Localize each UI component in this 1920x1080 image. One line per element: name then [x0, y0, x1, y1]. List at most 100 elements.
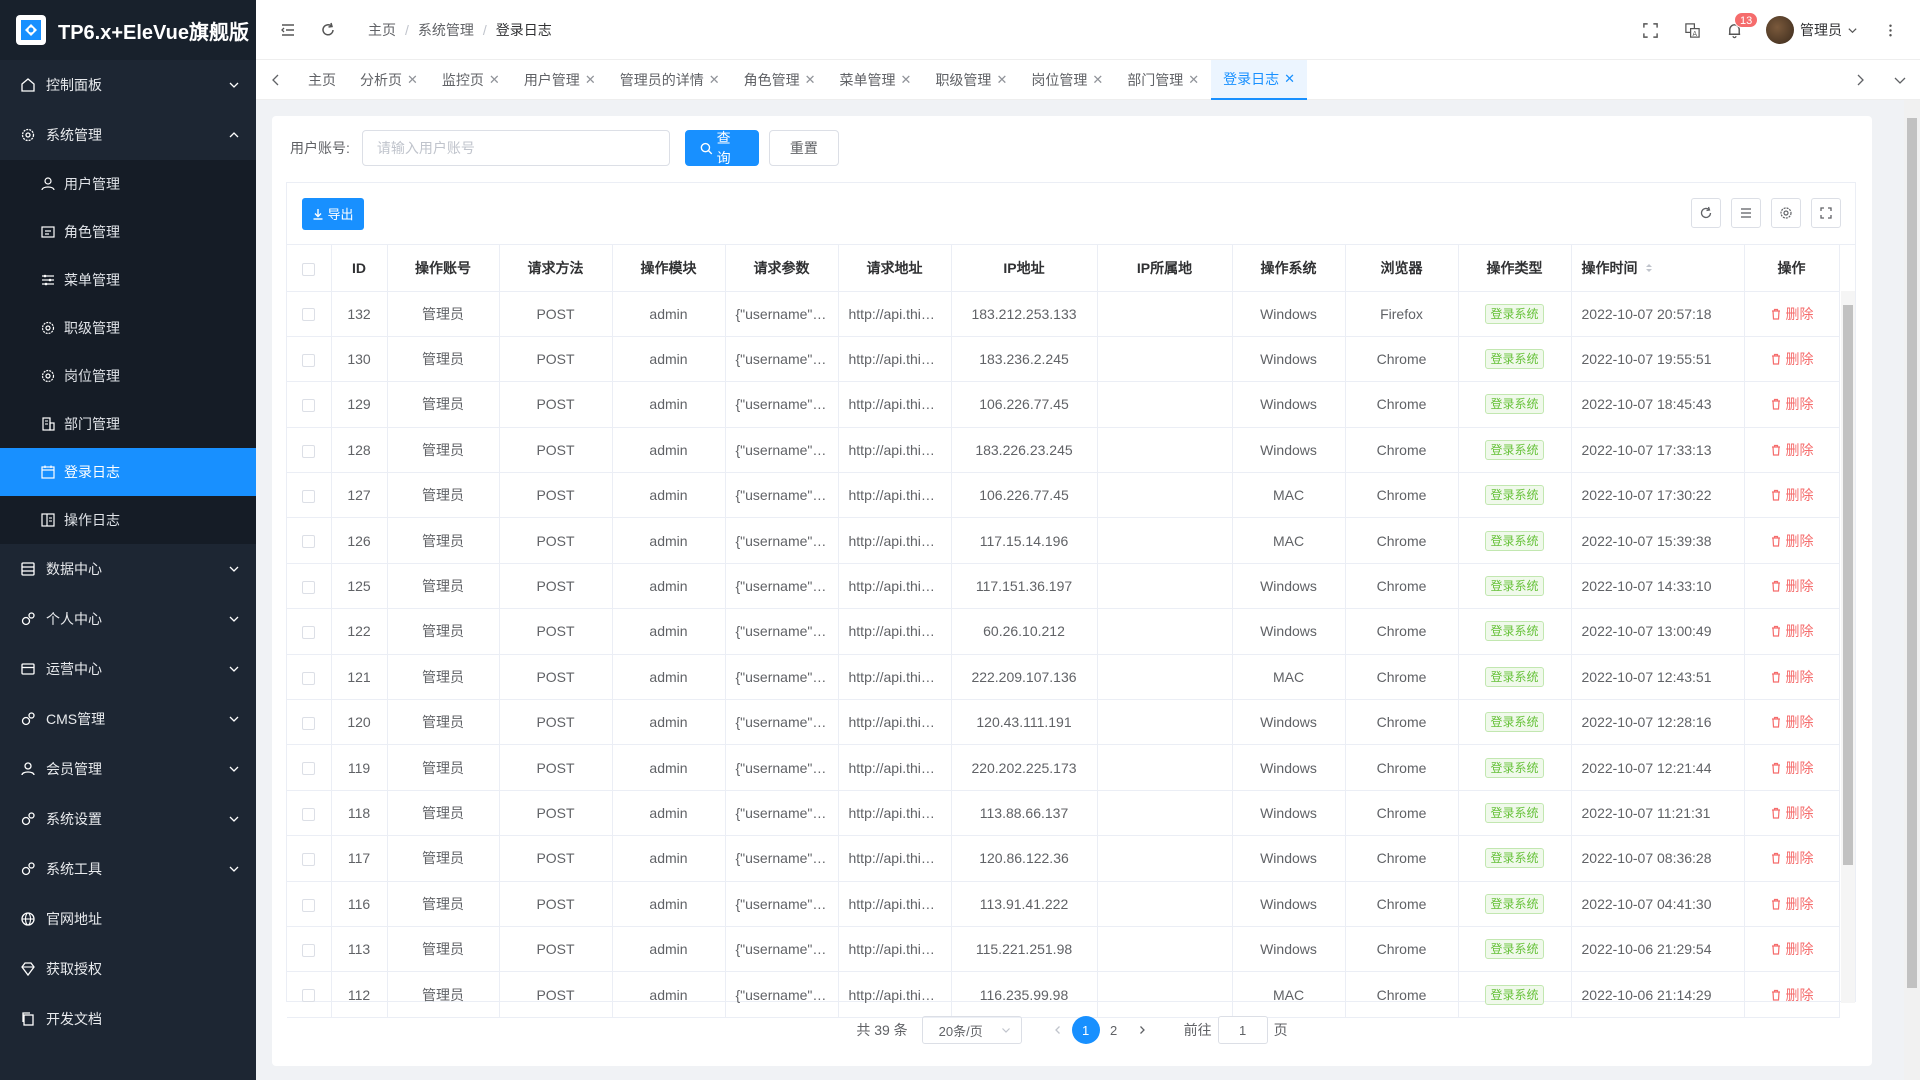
- delete-button[interactable]: 删除: [1770, 803, 1814, 823]
- sidebar-subitem-ranks[interactable]: 职级管理: [0, 304, 256, 352]
- sidebar-item-settings[interactable]: 系统设置: [0, 794, 256, 844]
- row-checkbox[interactable]: [302, 580, 316, 594]
- column-header-sortable[interactable]: 操作时间: [1571, 245, 1745, 292]
- sidebar-item-personal[interactable]: 个人中心: [0, 594, 256, 644]
- row-checkbox-cell[interactable]: [287, 472, 332, 519]
- sidebar-subitem-operation-log[interactable]: 操作日志: [0, 496, 256, 544]
- select-all-checkbox[interactable]: [302, 262, 316, 276]
- menu-fold-icon[interactable]: [278, 20, 298, 40]
- close-icon[interactable]: ✕: [1092, 72, 1103, 88]
- translate-icon[interactable]: A: [1682, 20, 1702, 40]
- export-button[interactable]: 导出: [302, 197, 364, 230]
- row-checkbox[interactable]: [302, 898, 316, 912]
- delete-button[interactable]: 删除: [1770, 894, 1814, 914]
- row-checkbox-cell[interactable]: [287, 291, 332, 337]
- page-scrollbar[interactable]: [1904, 100, 1920, 1080]
- refresh-icon[interactable]: [318, 20, 338, 40]
- sidebar-item-tools[interactable]: 系统工具: [0, 844, 256, 894]
- sidebar-item-data-center[interactable]: 数据中心: [0, 544, 256, 594]
- sidebar-item-docs[interactable]: 开发文档: [0, 994, 256, 1044]
- delete-button[interactable]: 删除: [1770, 440, 1814, 460]
- row-checkbox[interactable]: [302, 308, 316, 322]
- close-icon[interactable]: ✕: [1188, 72, 1199, 88]
- row-checkbox[interactable]: [302, 807, 316, 821]
- delete-button[interactable]: 删除: [1770, 304, 1814, 324]
- tabs-scroll-left-icon[interactable]: [256, 60, 296, 100]
- table-row[interactable]: 117管理员POSTadmin{"username":"admin","pass…: [287, 835, 1840, 882]
- delete-button[interactable]: 删除: [1770, 394, 1814, 414]
- row-checkbox-cell[interactable]: [287, 563, 332, 610]
- table-row[interactable]: 121管理员POSTadmin{"username":"admin","pass…: [287, 654, 1840, 701]
- prev-page-icon[interactable]: [1048, 1016, 1068, 1044]
- delete-button[interactable]: 删除: [1770, 667, 1814, 687]
- tab-home[interactable]: 主页: [296, 60, 348, 100]
- table-row[interactable]: 113管理员POSTadmin{"username":"admin","pass…: [287, 926, 1840, 973]
- sidebar-subitem-login-log[interactable]: 登录日志: [0, 448, 256, 496]
- row-checkbox[interactable]: [302, 353, 316, 367]
- row-checkbox[interactable]: [302, 490, 316, 504]
- row-checkbox-cell[interactable]: [287, 517, 332, 564]
- table-row[interactable]: 119管理员POSTadmin{"username":"admin","pass…: [287, 744, 1840, 791]
- delete-button[interactable]: 删除: [1770, 848, 1814, 868]
- scrollbar-thumb[interactable]: [1843, 305, 1853, 865]
- breadcrumb-home[interactable]: 主页: [368, 20, 396, 40]
- fullscreen-icon[interactable]: [1811, 198, 1841, 228]
- sidebar-item-members[interactable]: 会员管理: [0, 744, 256, 794]
- delete-button[interactable]: 删除: [1770, 531, 1814, 551]
- close-icon[interactable]: ✕: [805, 72, 816, 88]
- select-all-checkbox-cell[interactable]: [287, 245, 332, 292]
- page-scrollbar-thumb[interactable]: [1907, 118, 1917, 988]
- reset-button[interactable]: 重置: [768, 130, 839, 166]
- close-icon[interactable]: ✕: [901, 72, 912, 88]
- close-icon[interactable]: ✕: [996, 72, 1007, 88]
- row-checkbox-cell[interactable]: [287, 608, 332, 655]
- row-checkbox-cell[interactable]: [287, 971, 332, 1018]
- row-checkbox[interactable]: [302, 853, 316, 867]
- sidebar-item-system[interactable]: 系统管理: [0, 110, 256, 160]
- table-row[interactable]: 125管理员POSTadmin{"username":"admin","pass…: [287, 563, 1840, 610]
- row-checkbox[interactable]: [302, 444, 316, 458]
- goto-page-input[interactable]: [1217, 1016, 1268, 1044]
- tab-positions[interactable]: 岗位管理 ✕: [1019, 60, 1115, 100]
- close-icon[interactable]: ✕: [709, 72, 720, 88]
- delete-button[interactable]: 删除: [1770, 349, 1814, 369]
- query-button[interactable]: 查询: [684, 130, 759, 166]
- table-row[interactable]: 112管理员POSTadmin{"username":"admin","pass…: [287, 971, 1840, 1018]
- table-row[interactable]: 126管理员POSTadmin{"username":"admin","pass…: [287, 517, 1840, 564]
- next-page-icon[interactable]: [1132, 1016, 1152, 1044]
- row-checkbox[interactable]: [302, 943, 316, 957]
- sidebar-subitem-menus[interactable]: 菜单管理: [0, 256, 256, 304]
- sidebar-item-operations[interactable]: 运营中心: [0, 644, 256, 694]
- delete-button[interactable]: 删除: [1770, 712, 1814, 732]
- sort-icon[interactable]: [1644, 261, 1654, 277]
- row-checkbox-cell[interactable]: [287, 699, 332, 746]
- row-checkbox-cell[interactable]: [287, 654, 332, 701]
- row-checkbox-cell[interactable]: [287, 926, 332, 973]
- sidebar-item-dashboard[interactable]: 控制面板: [0, 60, 256, 110]
- table-row[interactable]: 118管理员POSTadmin{"username":"admin","pass…: [287, 790, 1840, 837]
- close-icon[interactable]: ✕: [489, 72, 500, 88]
- tab-analysis[interactable]: 分析页 ✕: [348, 60, 430, 100]
- table-row[interactable]: 128管理员POSTadmin{"username":"admin","pass…: [287, 427, 1840, 474]
- logo[interactable]: TP6.x+EleVue旗舰版: [0, 0, 256, 60]
- column-settings-icon[interactable]: [1771, 198, 1801, 228]
- tab-roles[interactable]: 角色管理 ✕: [732, 60, 828, 100]
- page-number-2[interactable]: 2: [1100, 1016, 1128, 1044]
- close-icon[interactable]: ✕: [407, 72, 418, 88]
- row-checkbox[interactable]: [302, 717, 316, 730]
- row-checkbox-cell[interactable]: [287, 881, 332, 927]
- sidebar-item-license[interactable]: 获取授权: [0, 944, 256, 994]
- table-row[interactable]: 116管理员POSTadmin{"username":"admin","pass…: [287, 881, 1840, 927]
- tab-departments[interactable]: 部门管理 ✕: [1115, 60, 1211, 100]
- fullscreen-icon[interactable]: [1640, 20, 1660, 40]
- table-row[interactable]: 132管理员POSTadmin{"username":"admin","pass…: [287, 291, 1840, 337]
- page-size-select[interactable]: 20条/页: [921, 1016, 1022, 1044]
- row-checkbox[interactable]: [302, 399, 316, 413]
- row-checkbox-cell[interactable]: [287, 427, 332, 474]
- table-scrollbar[interactable]: [1841, 291, 1855, 1003]
- row-checkbox[interactable]: [302, 762, 316, 776]
- row-checkbox-cell[interactable]: [287, 835, 332, 882]
- tab-admin-detail[interactable]: 管理员的详情 ✕: [608, 60, 732, 100]
- page-number-1[interactable]: 1: [1071, 1016, 1100, 1044]
- density-icon[interactable]: [1731, 198, 1761, 228]
